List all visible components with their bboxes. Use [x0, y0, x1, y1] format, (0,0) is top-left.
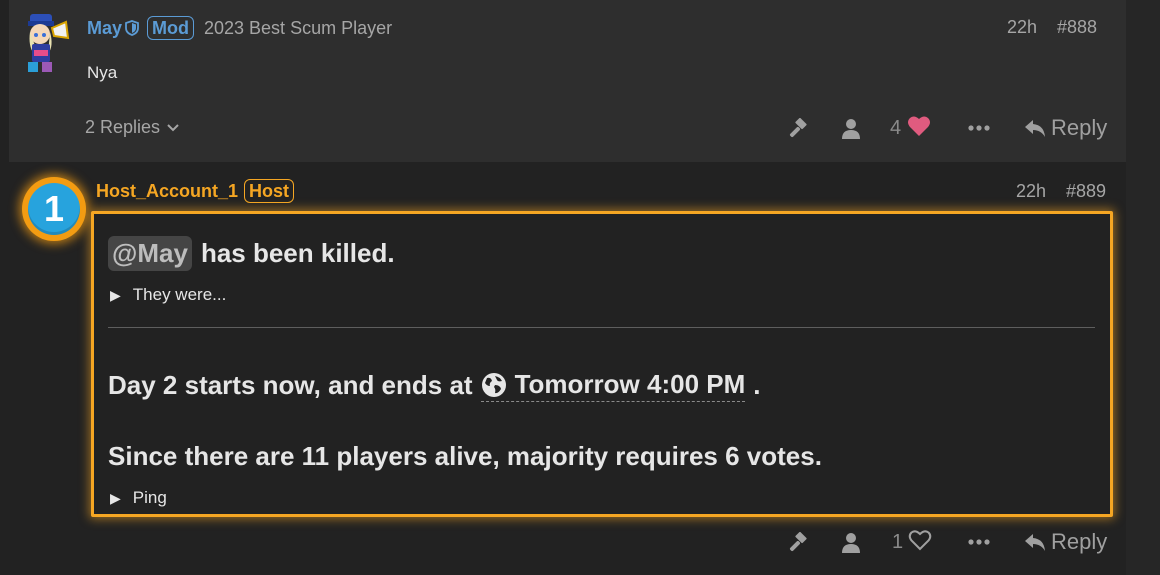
killed-text: has been killed. — [200, 238, 395, 268]
mod-badge: Mod — [147, 16, 194, 40]
reply-label: Reply — [1051, 529, 1108, 554]
details-summary: They were... — [132, 285, 227, 304]
triangle-right-icon: ▶ — [110, 490, 121, 506]
step-marker: 1 — [22, 177, 86, 241]
local-date[interactable]: Tomorrow 4:00 PM — [480, 369, 746, 402]
day-suffix: . — [753, 370, 761, 400]
replies-label: 2 Replies — [85, 117, 161, 137]
heart-icon — [907, 115, 931, 142]
day-announcement: Day 2 starts now, and ends at Tomorrow 4… — [108, 369, 761, 402]
like-button[interactable]: 4 — [890, 115, 940, 141]
host-badge: Host — [244, 179, 295, 203]
like-count: 1 — [892, 530, 904, 553]
details-summary: Ping — [132, 488, 167, 507]
username[interactable]: Host_Account_1 — [96, 181, 238, 202]
shield-icon — [125, 20, 139, 36]
reply-icon — [1024, 532, 1046, 552]
replies-toggle[interactable]: 2 Replies — [85, 117, 180, 138]
avatar-may[interactable] — [20, 10, 76, 74]
user-mention[interactable]: @May — [108, 236, 192, 271]
user-icon[interactable] — [838, 529, 864, 557]
divider — [108, 327, 1095, 328]
post-time[interactable]: 22h — [1007, 17, 1037, 38]
details-they-were[interactable]: ▶ They were... — [110, 285, 226, 305]
killed-announcement: @May has been killed. — [108, 236, 395, 271]
details-ping[interactable]: ▶ Ping — [110, 488, 167, 508]
heart-outline-icon — [908, 529, 932, 556]
like-button[interactable]: 1 — [892, 529, 942, 555]
hammer-icon[interactable] — [785, 116, 811, 142]
post-888-meta: May Mod 2023 Best Scum Player — [87, 16, 392, 40]
reply-button[interactable]: Reply — [1024, 114, 1112, 142]
reply-label: Reply — [1051, 115, 1108, 140]
post-body: Nya — [87, 63, 118, 82]
step-marker-number: 1 — [28, 183, 80, 235]
post-time[interactable]: 22h — [1016, 181, 1046, 202]
majority-announcement: Since there are 11 players alive, majori… — [108, 441, 822, 471]
day-prefix: Day 2 starts now, and ends at — [108, 370, 473, 400]
hammer-icon[interactable] — [785, 530, 811, 556]
reply-icon — [1024, 118, 1046, 138]
date-text: Tomorrow 4:00 PM — [514, 369, 746, 399]
reply-button[interactable]: Reply — [1024, 528, 1112, 556]
more-icon[interactable] — [966, 118, 992, 138]
user-title: 2023 Best Scum Player — [204, 17, 393, 38]
post-number[interactable]: #888 — [1057, 17, 1097, 38]
username[interactable]: May — [87, 18, 122, 39]
chevron-down-icon — [166, 117, 180, 138]
like-count: 4 — [890, 116, 902, 139]
post-889-meta: Host_Account_1 Host — [96, 179, 295, 203]
post-number[interactable]: #889 — [1066, 181, 1106, 202]
more-icon[interactable] — [966, 532, 992, 552]
globe-icon — [481, 372, 507, 398]
triangle-right-icon: ▶ — [110, 287, 121, 303]
user-icon[interactable] — [838, 115, 864, 143]
right-gutter — [1126, 0, 1160, 575]
